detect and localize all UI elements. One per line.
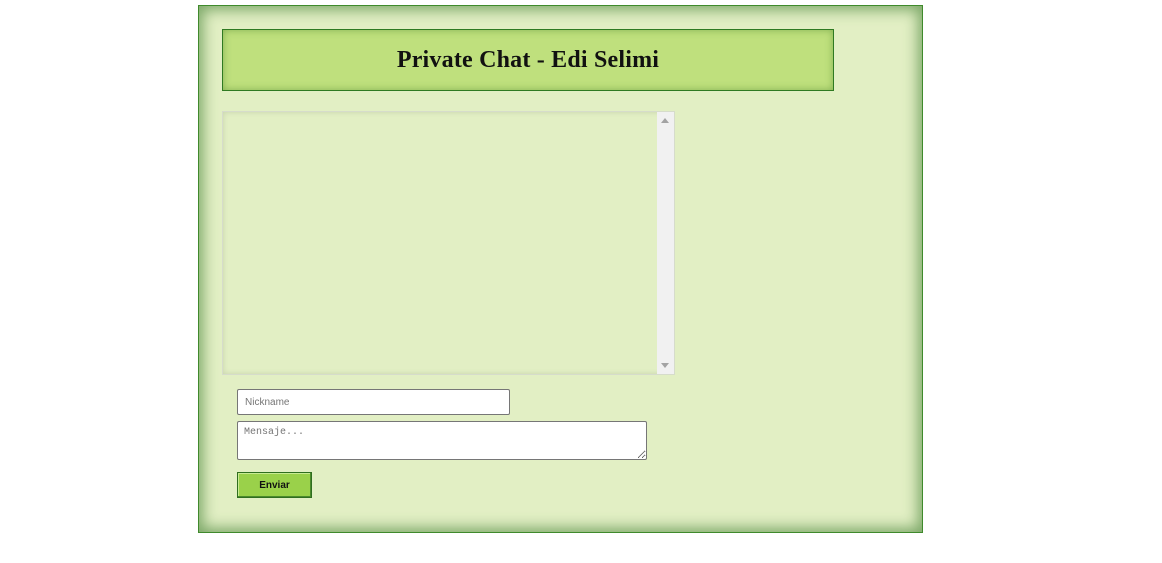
- chat-scrollbar[interactable]: [657, 112, 674, 374]
- message-textarea[interactable]: [237, 421, 647, 460]
- scroll-down-arrow-icon[interactable]: [661, 363, 669, 368]
- chat-messages-area[interactable]: [222, 111, 675, 375]
- page-title: Private Chat - Edi Selimi: [396, 46, 660, 73]
- scroll-up-arrow-icon[interactable]: [661, 118, 669, 123]
- nickname-input[interactable]: [237, 389, 510, 415]
- chat-header: Private Chat - Edi Selimi: [222, 29, 834, 91]
- chat-container: Private Chat - Edi Selimi Enviar: [198, 5, 923, 533]
- send-button[interactable]: Enviar: [237, 472, 312, 498]
